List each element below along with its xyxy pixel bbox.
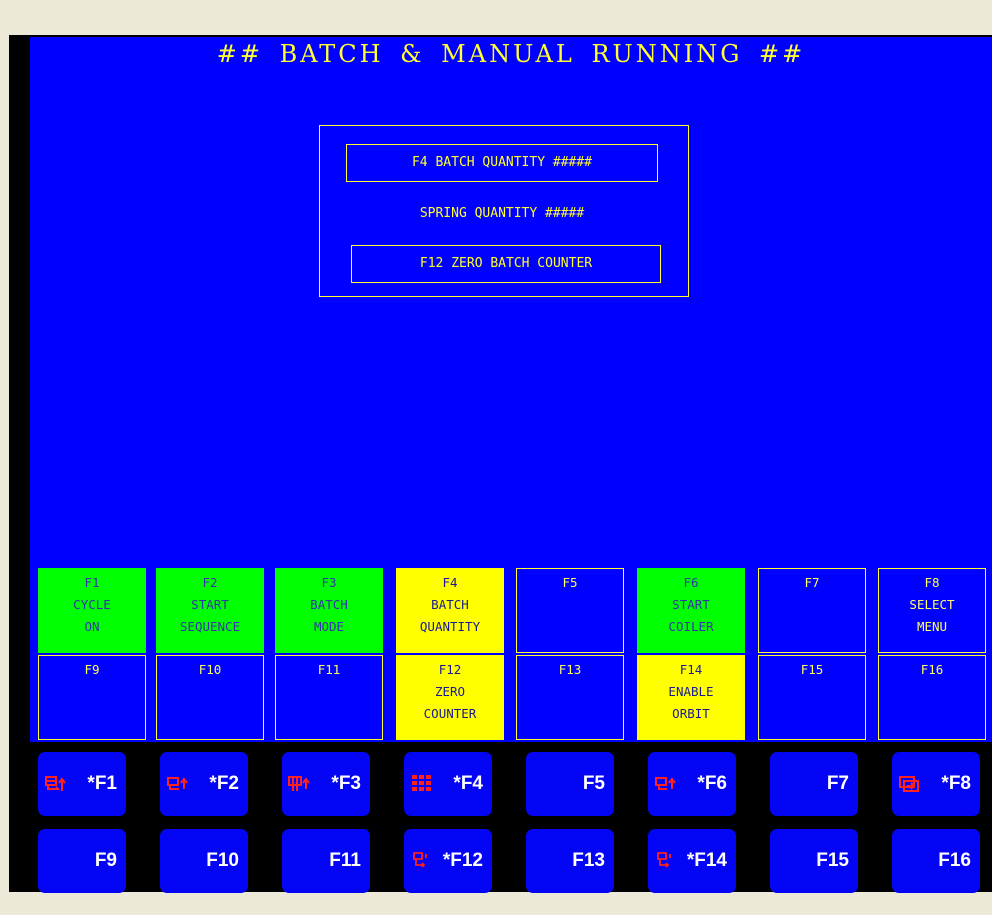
button-label: *F14 [686,850,727,871]
fkey-f6-key: F6 [683,575,699,590]
button-f16[interactable]: F16 [892,829,980,893]
button-label: F10 [206,850,239,871]
fkey-f14-l3: ORBIT [672,706,710,721]
cycle-icon [44,773,66,795]
fkey-f14-l2: ENABLE [668,684,714,699]
button-f6[interactable]: *F6 [648,752,736,816]
button-label: F5 [582,773,605,794]
button-f4[interactable]: *F4 [404,752,492,816]
button-f12[interactable]: *F12 [404,829,492,893]
coiler-icon [654,773,676,795]
fkey-f1-l2: CYCLE [73,597,111,612]
fkey-f5-key: F5 [562,575,578,590]
fkey-f2-l2: START [191,597,229,612]
fkey-f1[interactable]: F1 CYCLE ON [38,568,146,653]
fkey-f6-l3: COILER [668,619,714,634]
button-f15[interactable]: F15 [770,829,858,893]
button-f8[interactable]: *F8 [892,752,980,816]
fkey-f12-l3: COUNTER [423,706,477,721]
mode-icon [288,773,310,795]
button-label: F16 [938,850,971,871]
button-label: F9 [94,850,117,871]
button-label: *F3 [331,773,361,794]
button-label: F11 [329,850,361,871]
button-f5[interactable]: F5 [526,752,614,816]
fkey-f8-l2: SELECT [909,597,955,612]
button-f11[interactable]: F11 [282,829,370,893]
fkey-f12-key: F12 [438,662,462,677]
fkey-f8-key: F8 [924,575,940,590]
fkey-f13-key: F13 [558,662,582,677]
fkey-f2[interactable]: F2 START SEQUENCE [156,568,264,653]
fkey-f15[interactable]: F15 [758,655,866,740]
fkey-f3-key: F3 [321,575,337,590]
button-label: *F2 [209,773,239,794]
fkey-f2-key: F2 [202,575,218,590]
reset-icon [410,850,432,872]
fkey-f12-l2: ZERO [434,684,466,699]
button-f10[interactable]: F10 [160,829,248,893]
fkey-f8[interactable]: F8 SELECT MENU [878,568,986,653]
fkey-f9-key: F9 [84,662,100,677]
keypad-icon [410,773,432,795]
fkey-f8-l3: MENU [916,619,948,634]
zero-counter-field[interactable]: F12 ZERO BATCH COUNTER [351,245,661,283]
fkey-f7[interactable]: F7 [758,568,866,653]
fkey-f12[interactable]: F12 ZERO COUNTER [396,655,504,740]
button-f1[interactable]: *F1 [38,752,126,816]
menu-icon [898,773,920,795]
button-label: F13 [572,850,605,871]
fkey-f14[interactable]: F14 ENABLE ORBIT [637,655,745,740]
fkey-f9[interactable]: F9 [38,655,146,740]
button-f7[interactable]: F7 [770,752,858,816]
screen-title: ## BATCH & MANUAL RUNNING ## [216,40,806,68]
fkey-f11[interactable]: F11 [275,655,383,740]
button-f3[interactable]: *F3 [282,752,370,816]
button-f14[interactable]: *F14 [648,829,736,893]
hmi-screen: ## BATCH & MANUAL RUNNING ## F4 BATCH QU… [30,37,992,742]
fkey-f2-l3: SEQUENCE [179,619,241,634]
button-label: F7 [826,773,849,794]
button-label: F15 [816,850,849,871]
button-label: *F4 [453,773,483,794]
button-label: *F6 [697,773,727,794]
fkey-f10-key: F10 [198,662,222,677]
button-label: *F12 [442,850,483,871]
button-f9[interactable]: F9 [38,829,126,893]
fkey-f7-key: F7 [804,575,820,590]
spring-quantity-readout: SPRING QUANTITY ##### [419,206,585,221]
fkey-f4-key: F4 [442,575,458,590]
fkey-f10[interactable]: F10 [156,655,264,740]
fkey-f13[interactable]: F13 [516,655,624,740]
fkey-f4[interactable]: F4 BATCH QUANTITY [396,568,504,653]
button-f13[interactable]: F13 [526,829,614,893]
fkey-f1-l3: ON [84,619,100,634]
button-label: *F1 [87,773,117,794]
fkey-f3-l2: BATCH [310,597,348,612]
fkey-f16-key: F16 [920,662,944,677]
batch-quantity-field[interactable]: F4 BATCH QUANTITY ##### [346,144,658,182]
button-label: *F8 [941,773,971,794]
button-f2[interactable]: *F2 [160,752,248,816]
fkey-f3[interactable]: F3 BATCH MODE [275,568,383,653]
fkey-f5[interactable]: F5 [516,568,624,653]
fkey-f4-l3: QUANTITY [419,619,481,634]
fkey-f16[interactable]: F16 [878,655,986,740]
fkey-f15-key: F15 [800,662,824,677]
fkey-f1-key: F1 [84,575,100,590]
sequence-icon [166,773,188,795]
fkey-f6-l2: START [672,597,710,612]
fkey-f11-key: F11 [317,662,341,677]
fkey-f4-l2: BATCH [431,597,469,612]
fkey-f14-key: F14 [679,662,703,677]
enable-icon [654,850,676,872]
fkey-f3-l3: MODE [313,619,345,634]
fkey-f6[interactable]: F6 START COILER [637,568,745,653]
